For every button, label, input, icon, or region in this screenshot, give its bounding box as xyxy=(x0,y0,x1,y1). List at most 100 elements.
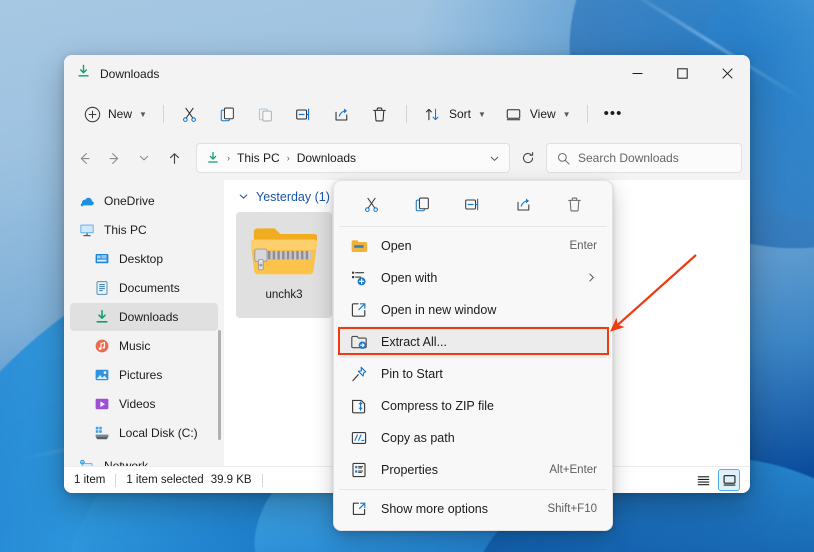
breadcrumb-item-this-pc[interactable]: This PC xyxy=(232,148,285,168)
sidebar-item-downloads[interactable]: Downloads xyxy=(70,303,218,331)
ctx-item-accelerator: Enter xyxy=(570,240,598,252)
open-with-icon xyxy=(350,269,368,287)
maximize-button[interactable] xyxy=(660,55,705,92)
delete-button[interactable] xyxy=(362,98,398,130)
ctx-share-button[interactable] xyxy=(508,189,540,219)
ctx-item-pin-to-start[interactable]: Pin to Start xyxy=(338,358,608,390)
pin-icon xyxy=(350,365,368,383)
folder-open-icon xyxy=(350,237,368,255)
share-icon xyxy=(332,104,352,124)
sidebar-item-label: Documents xyxy=(119,281,180,295)
chevron-down-icon: ▼ xyxy=(478,110,486,119)
chevron-down-icon[interactable] xyxy=(238,191,249,204)
sidebar-item-onedrive[interactable]: OneDrive xyxy=(70,187,218,215)
sidebar-item-local-disk[interactable]: Local Disk (C:) xyxy=(70,419,218,447)
search-input[interactable]: Search Downloads xyxy=(546,143,742,173)
group-header-label: Yesterday (1) xyxy=(256,190,330,204)
up-button[interactable] xyxy=(160,144,188,172)
sidebar-item-network[interactable]: Network xyxy=(70,452,218,466)
ctx-item-properties[interactable]: Properties Alt+Enter xyxy=(338,454,608,486)
sidebar-item-pictures[interactable]: Pictures xyxy=(70,361,218,389)
file-item-label: unchk3 xyxy=(265,289,302,301)
details-pane-icon[interactable] xyxy=(718,469,740,491)
view-toggle-group[interactable] xyxy=(692,469,740,491)
pictures-icon xyxy=(94,367,110,383)
ctx-item-label: Open with xyxy=(381,271,437,285)
ctx-item-label: Properties xyxy=(381,463,438,477)
window-title-bar[interactable]: Downloads xyxy=(64,55,750,92)
sidebar-item-label: Pictures xyxy=(119,368,162,382)
refresh-button[interactable] xyxy=(514,144,542,172)
command-bar[interactable]: New ▼ xyxy=(64,92,750,136)
back-button[interactable] xyxy=(70,144,98,172)
copy-button[interactable] xyxy=(210,98,246,130)
chevron-right-icon xyxy=(586,272,597,285)
ctx-item-open-in-new-window[interactable]: Open in new window xyxy=(338,294,608,326)
ctx-cut-button[interactable] xyxy=(355,189,387,219)
ctx-copy-button[interactable] xyxy=(406,189,438,219)
sort-button[interactable]: Sort ▼ xyxy=(415,98,494,130)
address-bar-row[interactable]: › This PC › Downloads Search Downloads xyxy=(64,136,750,180)
ctx-rename-button[interactable] xyxy=(457,189,489,219)
ctx-item-show-more-options[interactable]: Show more options Shift+F10 xyxy=(338,493,608,525)
share-button[interactable] xyxy=(324,98,360,130)
chevron-down-icon[interactable] xyxy=(483,146,505,170)
breadcrumb-separator: › xyxy=(285,153,292,163)
breadcrumb-item-downloads[interactable]: Downloads xyxy=(292,148,361,168)
recent-locations-button[interactable] xyxy=(130,144,158,172)
plus-circle-icon xyxy=(82,104,102,124)
disk-icon xyxy=(94,425,110,441)
ctx-item-label: Extract All... xyxy=(381,335,447,349)
breadcrumb-separator: › xyxy=(225,153,232,163)
ctx-item-compress-to-zip[interactable]: Compress to ZIP file xyxy=(338,390,608,422)
ctx-delete-button[interactable] xyxy=(559,189,591,219)
forward-button[interactable] xyxy=(100,144,128,172)
sidebar-item-music[interactable]: Music xyxy=(70,332,218,360)
minimize-button[interactable] xyxy=(615,55,660,92)
downloads-icon xyxy=(206,151,220,165)
sidebar-item-label: OneDrive xyxy=(104,194,155,208)
music-icon xyxy=(94,338,110,354)
sidebar-item-videos[interactable]: Videos xyxy=(70,390,218,418)
selection-count: 1 item selected xyxy=(126,474,203,486)
paste-button[interactable] xyxy=(248,98,284,130)
navigation-pane[interactable]: OneDrive This PC xyxy=(64,180,224,466)
breadcrumb[interactable]: › This PC › Downloads xyxy=(196,143,510,173)
sidebar-item-desktop[interactable]: Desktop xyxy=(70,245,218,273)
view-button[interactable]: View ▼ xyxy=(496,98,579,130)
sidebar-item-documents[interactable]: Documents xyxy=(70,274,218,302)
ctx-item-label: Compress to ZIP file xyxy=(381,399,494,413)
ctx-item-label: Show more options xyxy=(381,502,488,516)
ctx-item-label: Pin to Start xyxy=(381,367,443,381)
ctx-item-open-with[interactable]: Open with xyxy=(338,262,608,294)
rename-button[interactable] xyxy=(286,98,322,130)
sidebar-item-label: Local Disk (C:) xyxy=(119,426,198,440)
context-menu-toolbar[interactable] xyxy=(334,185,612,223)
new-button[interactable]: New ▼ xyxy=(74,98,155,130)
file-item-unchk3[interactable]: unchk3 xyxy=(236,212,332,318)
list-view-icon[interactable] xyxy=(692,469,714,491)
sidebar-item-this-pc[interactable]: This PC xyxy=(70,216,218,244)
copy-path-icon xyxy=(350,429,368,447)
see-more-button[interactable]: ••• xyxy=(596,98,631,130)
close-button[interactable] xyxy=(705,55,750,92)
new-button-label: New xyxy=(108,107,132,121)
cut-button[interactable] xyxy=(172,98,208,130)
view-icon xyxy=(504,104,524,124)
trash-icon xyxy=(370,104,390,124)
sidebar-item-label: Music xyxy=(119,339,150,353)
sidebar-item-label: This PC xyxy=(104,223,147,237)
selection-size: 39.9 KB xyxy=(211,474,252,486)
window-title: Downloads xyxy=(100,67,159,81)
search-icon xyxy=(557,152,570,165)
ctx-item-label: Open xyxy=(381,239,412,253)
ctx-item-copy-as-path[interactable]: Copy as path xyxy=(338,422,608,454)
rename-icon xyxy=(294,104,314,124)
ctx-item-open[interactable]: Open Enter xyxy=(338,230,608,262)
ctx-item-extract-all[interactable]: Extract All... xyxy=(338,326,608,358)
downloads-icon xyxy=(94,309,110,325)
ctx-item-accelerator: Shift+F10 xyxy=(547,503,597,515)
context-menu[interactable]: Open Enter Open with Open in ne xyxy=(333,180,613,531)
paste-icon xyxy=(256,104,276,124)
sidebar-scrollbar[interactable] xyxy=(218,330,221,440)
